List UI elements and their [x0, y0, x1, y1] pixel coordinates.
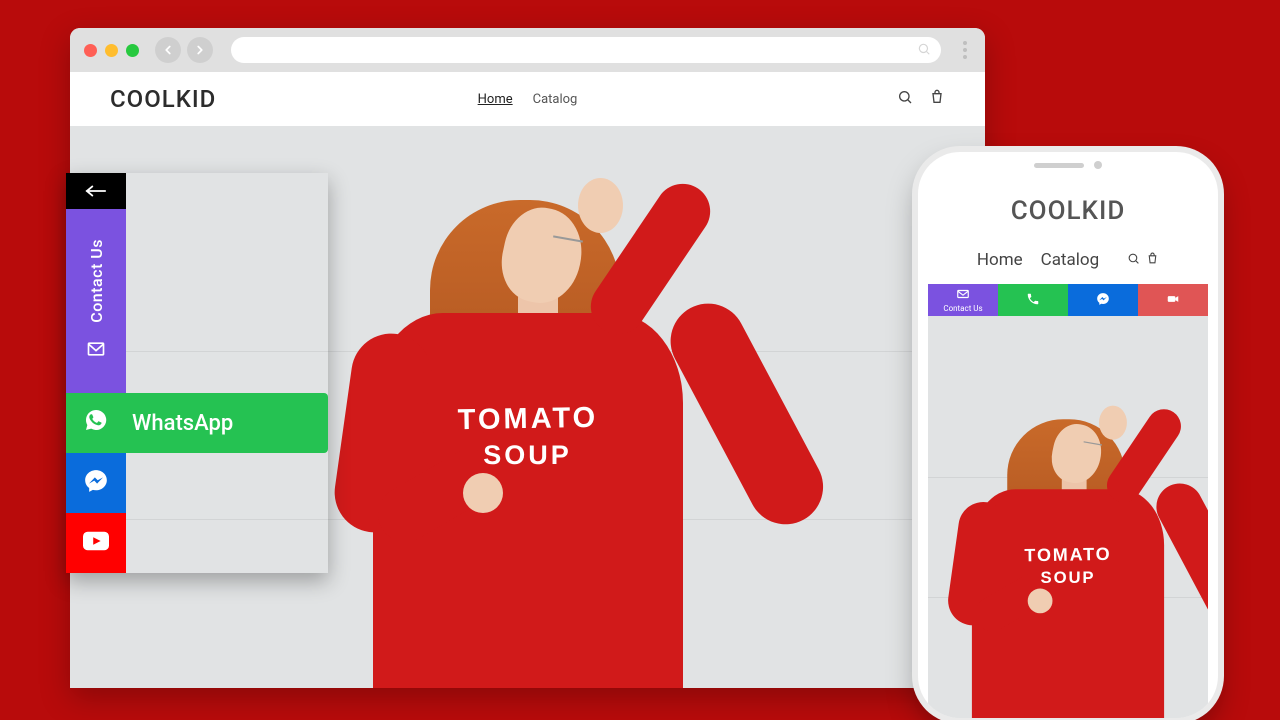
cart-icon[interactable]	[1146, 250, 1159, 270]
youtube-button[interactable]	[66, 513, 126, 573]
site-nav: Home Catalog	[478, 92, 578, 107]
traffic-light-zoom[interactable]	[126, 44, 139, 57]
browser-chrome	[70, 28, 985, 72]
phone-sweater-line-1: TOMATO	[956, 543, 1180, 567]
traffic-lights	[84, 44, 139, 57]
phone-sweater-text: TOMATO SOUP	[956, 545, 1179, 587]
phone-sweater-line-2: SOUP	[956, 568, 1179, 587]
whatsapp-label: WhatsApp	[132, 411, 233, 436]
phone-messenger-button[interactable]	[1068, 284, 1138, 316]
phone-hero-image: TOMATO SOUP	[928, 316, 1208, 718]
phone-call-button[interactable]	[998, 284, 1068, 316]
messenger-icon	[1096, 291, 1110, 310]
phone-contact-bar: Contact Us	[928, 284, 1208, 316]
phone-video-button[interactable]	[1138, 284, 1208, 316]
messenger-icon	[83, 468, 109, 498]
youtube-icon	[83, 531, 109, 555]
messenger-button[interactable]	[66, 453, 126, 513]
whatsapp-icon	[84, 408, 108, 438]
nav-catalog[interactable]: Catalog	[533, 92, 578, 107]
whatsapp-button[interactable]: WhatsApp	[66, 393, 328, 453]
contact-widget: Contact Us WhatsApp	[66, 173, 328, 573]
site-header: COOLKID Home Catalog	[70, 72, 985, 126]
sweater-text: TOMATO SOUP	[348, 403, 708, 471]
back-button[interactable]	[155, 37, 181, 63]
video-icon	[1166, 291, 1180, 310]
cart-icon[interactable]	[929, 89, 945, 109]
contact-us-label: Contact Us	[87, 239, 106, 323]
contact-us-button[interactable]: Contact Us	[66, 209, 126, 393]
url-bar[interactable]	[231, 37, 941, 63]
sweater-line-2: SOUP	[348, 440, 708, 471]
mail-icon	[956, 287, 970, 303]
phone-frame: COOLKID Home Catalog Contact Us	[918, 152, 1218, 718]
search-icon[interactable]	[1127, 250, 1140, 270]
phone-hero-person: TOMATO SOUP	[956, 381, 1179, 718]
hero-person: TOMATO SOUP	[348, 138, 708, 688]
phone-icon	[1026, 291, 1040, 310]
browser-menu-icon[interactable]	[959, 41, 971, 59]
forward-button[interactable]	[187, 37, 213, 63]
phone-contact-us-label: Contact Us	[943, 304, 982, 313]
brand-logo[interactable]: COOLKID	[110, 85, 216, 113]
search-icon[interactable]	[897, 89, 913, 109]
nav-home[interactable]: Home	[478, 92, 513, 107]
mail-icon	[86, 339, 106, 363]
traffic-light-minimize[interactable]	[105, 44, 118, 57]
phone-screen: COOLKID Home Catalog Contact Us	[928, 162, 1208, 718]
traffic-light-close[interactable]	[84, 44, 97, 57]
collapse-button[interactable]	[66, 173, 126, 209]
header-icons	[897, 89, 945, 109]
nav-arrows	[155, 37, 213, 63]
search-icon	[917, 41, 931, 60]
phone-nav-home[interactable]: Home	[977, 250, 1023, 270]
phone-header-icons	[1127, 250, 1159, 270]
phone-nav: Home Catalog	[928, 240, 1208, 284]
phone-contact-us-button[interactable]: Contact Us	[928, 284, 998, 316]
phone-notch	[993, 152, 1143, 178]
sweater-line-1: TOMATO	[347, 400, 708, 439]
phone-nav-catalog[interactable]: Catalog	[1041, 250, 1100, 270]
